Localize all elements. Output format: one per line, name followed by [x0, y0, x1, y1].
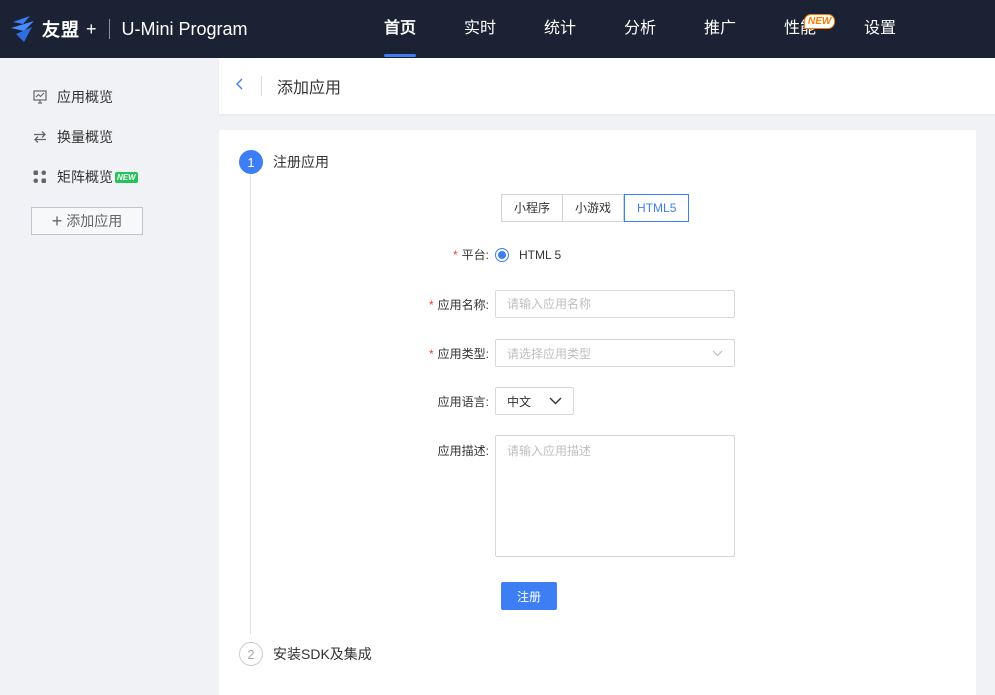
sidebar: 应用概览 换量概览 矩阵概览 NEW + 添加应用 — [0, 58, 210, 695]
required-mark: * — [452, 248, 458, 262]
page-header: 添加应用 — [219, 58, 995, 114]
radio-label: HTML 5 — [519, 247, 562, 262]
brand-logo[interactable]: 友盟 + U-Mini Program — [0, 0, 248, 58]
top-navigation-bar: 友盟 + U-Mini Program 首页 实时 统计 分析 推广 性能 NE… — [0, 0, 995, 58]
app-description-label: 应用描述: — [437, 444, 489, 458]
app-name-input[interactable] — [495, 290, 735, 318]
plus-icon: + — [51, 210, 63, 231]
app-language-value: 中文 — [507, 394, 532, 409]
step-label: 注册应用 — [273, 154, 329, 170]
register-app-card: 1 注册应用 小程序 小游戏 HTML5 * 平台: HTML 5 * 应用名称: … — [219, 130, 976, 695]
nav-home-label: 首页 — [383, 20, 416, 37]
nav-statistics[interactable]: 统计 — [520, 0, 600, 58]
tab-mini-program[interactable]: 小程序 — [501, 194, 564, 222]
logo-divider — [108, 19, 110, 39]
register-button[interactable]: 注册 — [501, 582, 557, 610]
add-app-button[interactable]: + 添加应用 — [31, 207, 143, 235]
bird-logo-icon — [10, 14, 38, 44]
nav-realtime-label: 实时 — [463, 20, 496, 37]
brand-name: 友盟 — [42, 20, 80, 40]
tab-html5[interactable]: HTML5 — [624, 194, 690, 222]
app-type-row: * 应用类型: 请选择应用类型 — [219, 339, 735, 367]
sidebar-item-app-overview[interactable]: 应用概览 — [0, 77, 210, 117]
nav-home[interactable]: 首页 — [360, 0, 440, 58]
nav-realtime[interactable]: 实时 — [440, 0, 520, 58]
step-register-app: 1 注册应用 — [239, 150, 329, 174]
app-language-select[interactable]: 中文 — [495, 387, 574, 415]
monitor-chart-icon — [32, 89, 48, 105]
required-mark: * — [428, 346, 434, 361]
sidebar-item-label: 换量概览 — [57, 129, 113, 145]
nav-settings-label: 设置 — [863, 20, 896, 37]
app-type-placeholder: 请选择应用类型 — [507, 346, 592, 361]
app-type-select[interactable]: 请选择应用类型 — [495, 339, 735, 367]
tab-mini-game[interactable]: 小游戏 — [563, 194, 625, 222]
header-divider — [261, 76, 262, 96]
platform-radio-html5[interactable]: HTML 5 — [495, 247, 562, 262]
grid-icon — [32, 169, 48, 185]
nav-settings[interactable]: 设置 — [840, 0, 920, 58]
chevron-down-icon — [712, 346, 723, 360]
new-badge: NEW — [115, 171, 138, 183]
platform-label: * 平台: — [219, 246, 495, 263]
platform-row: * 平台: HTML 5 — [219, 246, 561, 263]
main-nav: 首页 实时 统计 分析 推广 性能 NEW 设置 — [360, 0, 920, 58]
nav-performance[interactable]: 性能 NEW — [760, 0, 840, 58]
swap-arrows-icon — [32, 129, 48, 145]
nav-promotion[interactable]: 推广 — [680, 0, 760, 58]
radio-checked-icon — [495, 247, 509, 262]
app-name-label-text: 应用名称: — [437, 297, 489, 312]
step-label: 安装SDK及集成 — [273, 646, 372, 662]
chevron-left-icon[interactable] — [219, 77, 261, 95]
app-name-row: * 应用名称: — [219, 290, 735, 318]
sidebar-item-label: 矩阵概览 — [57, 169, 113, 185]
brand-plus: + — [86, 18, 97, 39]
sidebar-item-exchange-overview[interactable]: 换量概览 — [0, 117, 210, 157]
step-install-sdk: 2 安装SDK及集成 — [239, 642, 372, 666]
sidebar-item-label: 应用概览 — [57, 89, 113, 105]
app-type-label-text: 应用类型: — [437, 346, 489, 361]
page-title: 添加应用 — [277, 80, 342, 97]
nav-promotion-label: 推广 — [703, 20, 736, 37]
app-language-label: 应用语言: — [437, 394, 489, 409]
platform-label-text: 平台: — [461, 248, 489, 262]
app-description-row: 应用描述: — [219, 435, 735, 557]
app-type-tabs: 小程序 小游戏 HTML5 — [501, 194, 690, 222]
nav-analysis-label: 分析 — [623, 20, 656, 37]
step-number: 1 — [239, 150, 263, 174]
app-type-label: * 应用类型: — [219, 345, 495, 362]
sidebar-item-matrix-overview[interactable]: 矩阵概览 NEW — [0, 157, 210, 197]
step-number: 2 — [239, 642, 263, 666]
app-language-row: 应用语言: 中文 — [219, 387, 574, 415]
required-mark: * — [428, 297, 434, 312]
app-name-label: * 应用名称: — [219, 296, 495, 313]
nav-statistics-label: 统计 — [543, 20, 576, 37]
add-app-label: 添加应用 — [66, 213, 123, 229]
app-description-textarea[interactable] — [495, 435, 735, 557]
new-badge: NEW — [804, 14, 836, 29]
product-name: U-Mini Program — [121, 18, 248, 39]
chevron-down-icon — [549, 394, 562, 408]
nav-analysis[interactable]: 分析 — [600, 0, 680, 58]
